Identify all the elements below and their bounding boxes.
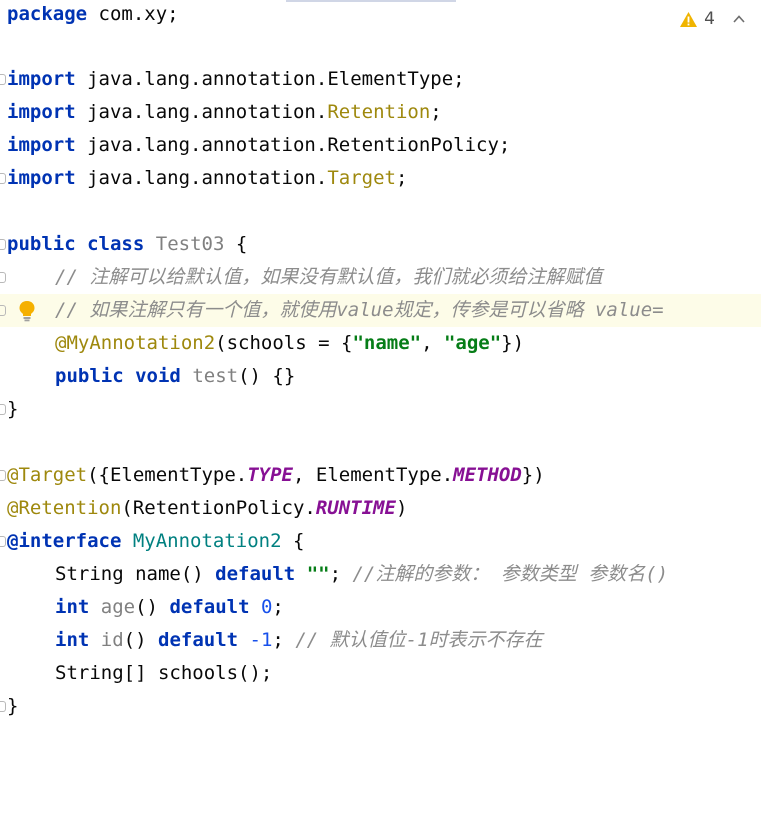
string-literal: "age" [443, 332, 502, 354]
code-line[interactable]: // 注解可以给默认值，如果没有默认值，我们就必须给注解赋值 [0, 261, 761, 294]
code-line[interactable]: import java.lang.annotation.Target; [0, 162, 761, 195]
semicolon: ; [395, 167, 408, 189]
keyword: int [55, 629, 90, 651]
import-package: java.lang.annotation. [75, 167, 328, 189]
line-comment: //注解的参数： 参数类型 参数名() [352, 563, 669, 585]
semicolon: ; [272, 629, 296, 651]
member-name: id [100, 629, 124, 651]
code-line[interactable]: @MyAnnotation2(schools = {"name", "age"}… [0, 327, 761, 360]
brace: { [224, 233, 248, 255]
keyword: class [87, 233, 145, 255]
code-line[interactable]: import java.lang.annotation.RetentionPol… [0, 129, 761, 162]
keyword: import [7, 167, 76, 189]
keyword: @interface [7, 530, 122, 552]
code-line[interactable]: public class Test03 { [0, 228, 761, 261]
annotation-args: (schools = { [215, 332, 353, 354]
string-literal: "name" [352, 332, 422, 354]
import-class: Target [327, 167, 396, 189]
string-literal: "" [306, 563, 330, 585]
keyword: import [7, 101, 76, 123]
annotation: @Retention [7, 497, 122, 519]
keyword: import [7, 68, 76, 90]
method-body: () {} [238, 365, 296, 387]
parens: () [135, 596, 170, 618]
enum-constant: TYPE [247, 464, 293, 486]
code-editor[interactable]: 4 package com.xy; import java.lang.annot… [0, 0, 761, 724]
import-package: java.lang.annotation. [75, 68, 328, 90]
brace: } [7, 695, 19, 717]
annotation: @MyAnnotation2 [55, 332, 216, 354]
fold-marker-icon[interactable] [0, 272, 6, 283]
semicolon: ; [430, 101, 442, 123]
fold-marker-icon[interactable] [0, 470, 6, 481]
keyword: void [135, 365, 181, 387]
code-line[interactable]: String name() default ""; //注解的参数： 参数类型 … [0, 558, 761, 591]
import-package: java.lang.annotation. [75, 101, 328, 123]
member-declaration: String[] schools(); [55, 662, 273, 684]
number-literal: 0 [260, 596, 273, 618]
line-comment: // 默认值位-1时表示不存在 [295, 629, 543, 651]
code-line[interactable]: @interface MyAnnotation2 { [0, 525, 761, 558]
brace: { [281, 530, 305, 552]
fold-marker-icon[interactable] [0, 74, 6, 85]
brace: } [7, 398, 19, 420]
fold-marker-icon[interactable] [0, 305, 6, 316]
fold-marker-icon[interactable] [0, 173, 6, 184]
enum-constant: METHOD [453, 464, 522, 486]
number-literal: -1 [249, 629, 273, 651]
semicolon: ; [329, 563, 353, 585]
annotation-args: , ElementType. [293, 464, 454, 486]
fold-marker-icon[interactable] [0, 404, 6, 415]
code-line[interactable]: package com.xy; [0, 0, 761, 31]
annotation: @Target [7, 464, 88, 486]
import-class: Retention [327, 101, 431, 123]
code-line[interactable]: @Retention(RetentionPolicy.RUNTIME) [0, 492, 761, 525]
fold-marker-icon[interactable] [0, 239, 6, 250]
member-declaration: String name() [55, 563, 216, 585]
lightbulb-icon[interactable] [18, 300, 36, 322]
parens: () [123, 629, 158, 651]
import-package: java.lang.annotation. [75, 134, 328, 156]
interface-name: MyAnnotation2 [132, 530, 282, 552]
keyword: int [55, 596, 90, 618]
semicolon: ; [453, 68, 465, 90]
code-line[interactable]: String[] schools(); [0, 657, 761, 690]
keyword: public [55, 365, 124, 387]
line-comment: // 如果注解只有一个值，就使用value规定，传参是可以省略 value= [55, 299, 664, 321]
keyword: import [7, 134, 76, 156]
code-line[interactable]: public void test() {} [0, 360, 761, 393]
code-line[interactable]: int id() default -1; // 默认值位-1时表示不存在 [0, 624, 761, 657]
keyword: default [158, 629, 239, 651]
method-name: test [192, 365, 239, 387]
code-line-current[interactable]: // 如果注解只有一个值，就使用value规定，传参是可以省略 value= [0, 294, 761, 327]
keyword: default [169, 596, 250, 618]
annotation-args-close: }) [501, 332, 525, 354]
annotation-args-close: ) [395, 497, 408, 519]
fold-marker-icon[interactable] [0, 536, 6, 547]
keyword: public [7, 233, 76, 255]
line-comment: // 注解可以给默认值，如果没有默认值，我们就必须给注解赋值 [55, 266, 603, 288]
code-line[interactable]: @Target({ElementType.TYPE, ElementType.M… [0, 459, 761, 492]
separator: , [421, 332, 444, 354]
code-line[interactable]: int age() default 0; [0, 591, 761, 624]
keyword: package [7, 3, 88, 25]
code-line[interactable]: } [0, 393, 761, 426]
class-name: Test03 [155, 233, 225, 255]
semicolon: ; [498, 134, 511, 156]
enum-constant: RUNTIME [315, 497, 396, 519]
annotation-args-close: }) [521, 464, 545, 486]
annotation-args: ({ElementType. [87, 464, 248, 486]
import-class: RetentionPolicy [327, 134, 499, 156]
code-line[interactable]: } [0, 690, 761, 723]
code-line[interactable]: import java.lang.annotation.ElementType; [0, 63, 761, 96]
member-name: age [100, 596, 136, 618]
fold-marker-icon[interactable] [0, 701, 6, 712]
annotation-args: (RetentionPolicy. [121, 497, 316, 519]
code-line[interactable]: import java.lang.annotation.Retention; [0, 96, 761, 129]
semicolon: ; [272, 596, 284, 618]
package-name: com.xy; [87, 3, 179, 25]
keyword: default [215, 563, 296, 585]
import-class: ElementType [327, 68, 454, 90]
